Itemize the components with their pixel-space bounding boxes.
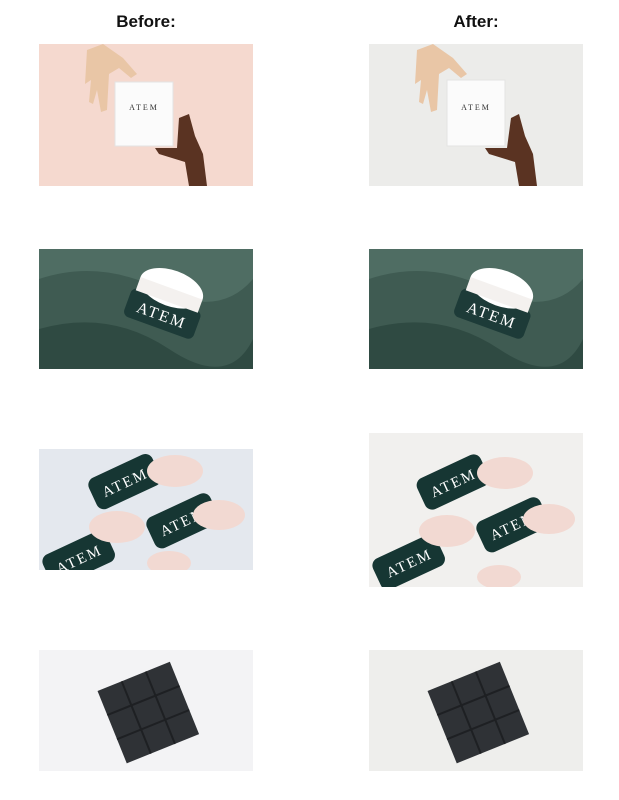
before-photo-jar-group: ATEM ATEM ATEM (39, 449, 253, 570)
after-photo-box-grid (369, 650, 583, 771)
before-photo-booklet: ATEM (39, 44, 253, 186)
brand-mark-text: ATEM (461, 103, 491, 112)
before-photo-box-grid (39, 650, 253, 771)
after-heading: After: (453, 12, 499, 31)
after-photo-booklet: ATEM (369, 44, 583, 186)
brand-mark-text: ATEM (129, 103, 159, 112)
before-photo-jar-velvet: ATEM (39, 249, 253, 369)
before-heading: Before: (116, 12, 176, 31)
after-photo-jar-group: ATEM ATEM ATEM (369, 433, 583, 587)
after-photo-jar-velvet: ATEM (369, 249, 583, 369)
